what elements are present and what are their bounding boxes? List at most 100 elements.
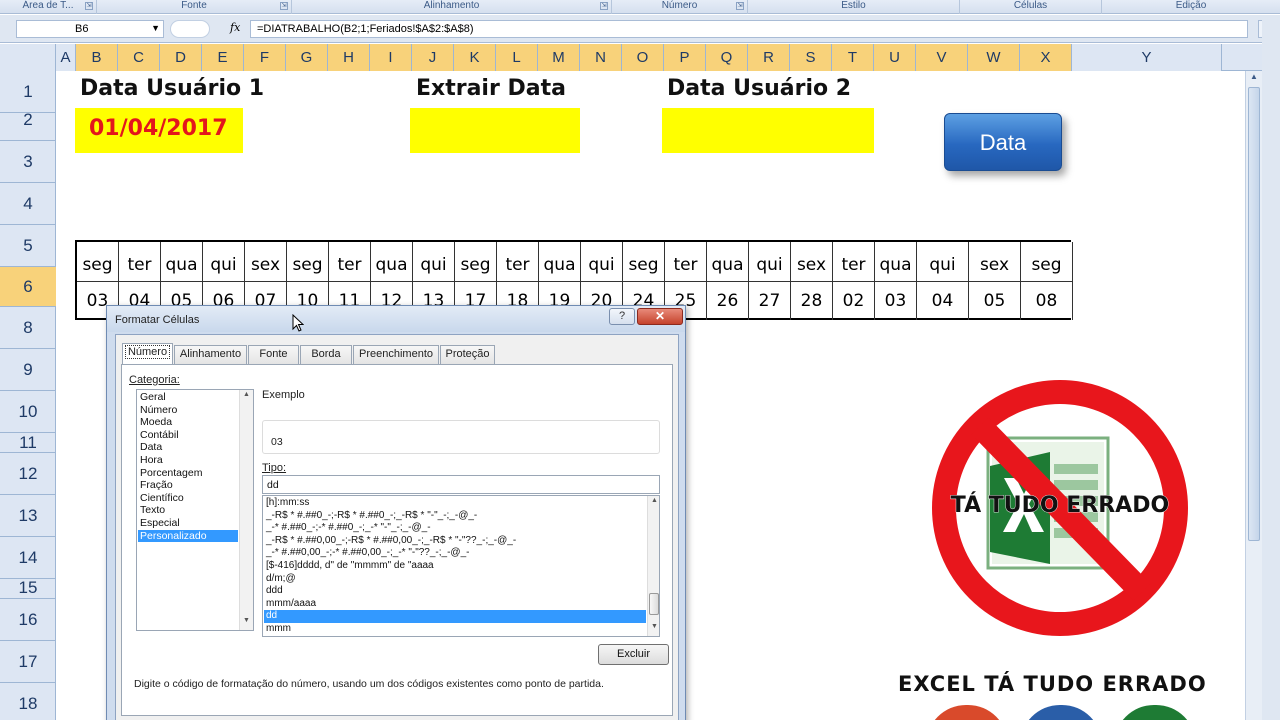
column-header[interactable]: C [118, 44, 160, 71]
close-button[interactable]: ✕ [637, 308, 683, 325]
column-header[interactable]: X [1020, 44, 1072, 71]
scrollbar-thumb[interactable] [649, 593, 659, 615]
row-header[interactable]: 5 [0, 225, 56, 267]
column-header[interactable]: J [412, 44, 454, 71]
category-item[interactable]: Moeda [138, 416, 238, 429]
weekday-cell[interactable]: qui [749, 242, 791, 282]
column-header[interactable]: D [160, 44, 202, 71]
weekday-cell[interactable]: sex [791, 242, 833, 282]
row-header[interactable]: 10 [0, 391, 56, 433]
column-header[interactable]: B [76, 44, 118, 71]
category-item[interactable]: Especial [138, 517, 238, 530]
column-header[interactable]: O [622, 44, 664, 71]
insert-function-icon[interactable]: fx [230, 21, 240, 34]
dialog-title[interactable]: Formatar Células [107, 306, 685, 332]
category-item[interactable]: Hora [138, 454, 238, 467]
row-header[interactable]: 3 [0, 141, 56, 183]
weekday-cell[interactable]: ter [119, 242, 161, 282]
category-item[interactable]: Porcentagem [138, 467, 238, 480]
category-item[interactable]: Personalizado [138, 529, 238, 543]
ribbon-group-font[interactable]: Fonte ⇲ [97, 0, 292, 14]
column-header[interactable]: E [202, 44, 244, 71]
weekday-cell[interactable]: qua [875, 242, 917, 282]
row-header[interactable]: 4 [0, 183, 56, 225]
weekday-cell[interactable]: seg [287, 242, 329, 282]
scroll-up-icon[interactable]: ▲ [1247, 72, 1261, 86]
day-number-cell[interactable]: 02 [833, 282, 875, 320]
column-header[interactable]: K [454, 44, 496, 71]
day-number-cell[interactable]: 04 [917, 282, 969, 320]
category-item[interactable]: Geral [138, 391, 238, 404]
tab-border[interactable]: Borda [300, 345, 352, 364]
day-number-cell[interactable]: 03 [875, 282, 917, 320]
column-header[interactable]: R [748, 44, 790, 71]
category-item[interactable]: Data [138, 441, 238, 454]
weekday-cell[interactable]: seg [77, 242, 119, 282]
column-header[interactable]: G [286, 44, 328, 71]
format-code-item[interactable]: d/m;@ [264, 573, 646, 586]
category-item[interactable]: Fração [138, 479, 238, 492]
ribbon-group-style[interactable]: Estilo [748, 0, 960, 14]
chevron-down-icon[interactable]: ▼ [151, 23, 160, 33]
row-header[interactable]: 9 [0, 349, 56, 391]
dialog-launcher-icon[interactable]: ⇲ [736, 2, 744, 10]
row-header[interactable]: 12 [0, 453, 56, 495]
type-input[interactable]: dd [262, 475, 660, 494]
dialog-launcher-icon[interactable]: ⇲ [280, 2, 288, 10]
column-header[interactable]: S [790, 44, 832, 71]
help-button[interactable]: ? [609, 308, 635, 325]
category-scrollbar[interactable]: ▲ ▼ [239, 390, 253, 630]
column-header[interactable]: H [328, 44, 370, 71]
column-header[interactable]: W [968, 44, 1020, 71]
weekday-cell[interactable]: qua [539, 242, 581, 282]
day-number-cell[interactable]: 28 [791, 282, 833, 320]
row-header[interactable]: 11 [0, 433, 56, 453]
user2-date-cell[interactable] [662, 108, 874, 153]
row-header[interactable]: 16 [0, 599, 56, 641]
delete-button[interactable]: Excluir [598, 644, 669, 665]
column-header[interactable]: V [916, 44, 968, 71]
row-header[interactable]: 17 [0, 641, 56, 683]
weekday-cell[interactable]: qui [203, 242, 245, 282]
tab-alignment[interactable]: Alinhamento [174, 345, 247, 364]
column-header[interactable]: I [370, 44, 412, 71]
format-code-item[interactable]: ddd [264, 585, 646, 598]
select-all-corner[interactable] [0, 44, 56, 71]
tab-font[interactable]: Fonte [248, 345, 299, 364]
weekday-cell[interactable]: seg [1021, 242, 1073, 282]
formula-input[interactable]: =DIATRABALHO(B2;1;Feriados!$A$2:$A$8) [250, 20, 1248, 38]
format-code-item[interactable]: dd [264, 610, 646, 623]
category-item[interactable]: Científico [138, 492, 238, 505]
scroll-down-icon[interactable]: ▼ [240, 617, 253, 629]
day-number-cell[interactable]: 05 [969, 282, 1021, 320]
column-header[interactable]: U [874, 44, 916, 71]
column-header[interactable]: F [244, 44, 286, 71]
weekday-cell[interactable]: ter [497, 242, 539, 282]
ribbon-group-editing[interactable]: Edição [1102, 0, 1280, 14]
dialog-launcher-icon[interactable]: ⇲ [85, 2, 93, 10]
format-code-item[interactable]: _-* #.##0,00_-;-* #.##0,00_-;_-* "-"??_-… [264, 547, 646, 560]
day-number-cell[interactable]: 26 [707, 282, 749, 320]
row-header[interactable]: 13 [0, 495, 56, 537]
weekday-cell[interactable]: sex [969, 242, 1021, 282]
ribbon-group-alignment[interactable]: Alinhamento ⇲ [292, 0, 612, 14]
category-item[interactable]: Contábil [138, 429, 238, 442]
row-header[interactable]: 2 [0, 99, 56, 141]
column-header[interactable]: M [538, 44, 580, 71]
weekday-cell[interactable]: qui [917, 242, 969, 282]
weekday-cell[interactable]: qua [161, 242, 203, 282]
data-button[interactable]: Data [944, 113, 1062, 171]
weekday-cell[interactable]: sex [245, 242, 287, 282]
row-header[interactable]: 6 [0, 267, 56, 307]
column-header[interactable]: Y [1072, 44, 1222, 71]
format-code-item[interactable]: mmm [264, 623, 646, 636]
scroll-up-icon[interactable]: ▲ [240, 391, 253, 403]
format-code-item[interactable]: _-* #.##0_-;-* #.##0_-;_-* "-"_-;_-@_- [264, 522, 646, 535]
tab-number[interactable]: Número [122, 343, 173, 365]
row-header[interactable]: 8 [0, 307, 56, 349]
weekday-cell[interactable]: seg [455, 242, 497, 282]
dialog-launcher-icon[interactable]: ⇲ [600, 2, 608, 10]
weekday-cell[interactable]: seg [623, 242, 665, 282]
row-header[interactable]: 18 [0, 683, 56, 720]
column-header[interactable]: A [56, 44, 76, 71]
